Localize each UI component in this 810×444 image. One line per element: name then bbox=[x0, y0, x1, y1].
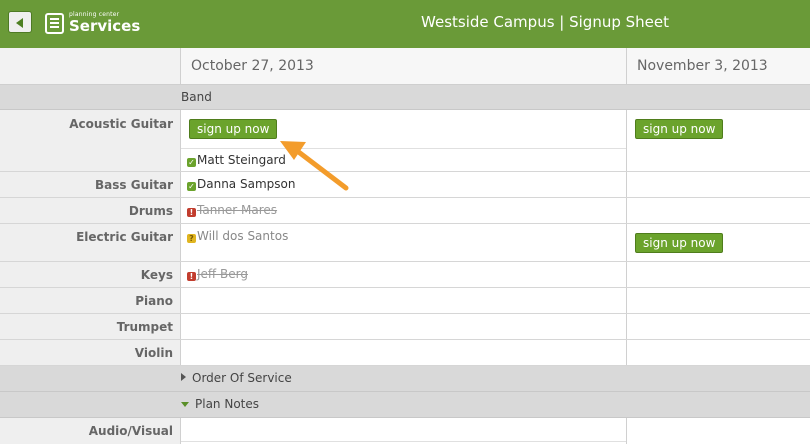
unconfirmed-question-icon: ? bbox=[187, 234, 196, 243]
assignee-acoustic[interactable]: ✓ Matt Steingard bbox=[187, 153, 286, 167]
date-column-1: October 27, 2013 bbox=[191, 58, 314, 74]
confirmed-check-icon: ✓ bbox=[187, 182, 196, 191]
position-label: Keys bbox=[140, 268, 173, 282]
position-row-keys: Keys ! Jeff Berg bbox=[0, 262, 810, 288]
section-band[interactable]: Band bbox=[0, 85, 810, 110]
position-label: Drums bbox=[128, 204, 173, 218]
position-row-acoustic-guitar: Acoustic Guitar sign up now ✓ Matt Steing… bbox=[0, 110, 810, 172]
expand-triangle-icon bbox=[181, 373, 186, 381]
position-row-drums: Drums ! Tanner Mares bbox=[0, 198, 810, 224]
collapse-triangle-icon bbox=[181, 402, 189, 407]
date-column-2: November 3, 2013 bbox=[637, 58, 768, 74]
assignee-bass[interactable]: ✓ Danna Sampson bbox=[187, 177, 295, 191]
position-label: Trumpet bbox=[116, 320, 173, 334]
confirmed-check-icon: ✓ bbox=[187, 158, 196, 167]
position-label: Piano bbox=[135, 294, 173, 308]
section-order-of-service-label: Order Of Service bbox=[181, 371, 292, 385]
position-row-bass-guitar: Bass Guitar ✓ Danna Sampson bbox=[0, 172, 810, 198]
signup-button-acoustic-nov3[interactable]: sign up now bbox=[635, 119, 724, 139]
position-label: Electric Guitar bbox=[76, 230, 173, 244]
app-header: planning center Services Westside Campus… bbox=[0, 0, 810, 48]
section-plan-notes[interactable]: Plan Notes bbox=[0, 392, 810, 418]
position-row-violin: Violin bbox=[0, 340, 810, 366]
note-label: Audio/Visual bbox=[88, 424, 173, 438]
position-row-piano: Piano bbox=[0, 288, 810, 314]
position-row-trumpet: Trumpet bbox=[0, 314, 810, 340]
note-row-audio-visual: Audio/Visual bbox=[0, 418, 810, 444]
declined-alert-icon: ! bbox=[187, 208, 196, 217]
position-label: Acoustic Guitar bbox=[69, 117, 173, 131]
assignee-electric[interactable]: ? Will dos Santos bbox=[187, 229, 288, 243]
section-plan-notes-label: Plan Notes bbox=[181, 397, 259, 411]
declined-alert-icon: ! bbox=[187, 272, 196, 281]
assignee-drums[interactable]: ! Tanner Mares bbox=[187, 203, 277, 217]
section-order-of-service[interactable]: Order Of Service bbox=[0, 366, 810, 392]
signup-button-acoustic-oct27[interactable]: sign up now bbox=[189, 119, 278, 139]
position-label: Violin bbox=[134, 346, 173, 360]
date-header-row: October 27, 2013 November 3, 2013 bbox=[0, 48, 810, 85]
section-band-label: Band bbox=[181, 90, 212, 104]
position-row-electric-guitar: Electric Guitar ? Will dos Santos sign up… bbox=[0, 224, 810, 262]
position-label: Bass Guitar bbox=[95, 178, 173, 192]
assignee-keys[interactable]: ! Jeff Berg bbox=[187, 267, 248, 281]
signup-button-electric-nov3[interactable]: sign up now bbox=[635, 233, 724, 253]
page-title: Westside Campus | Signup Sheet bbox=[421, 13, 669, 31]
